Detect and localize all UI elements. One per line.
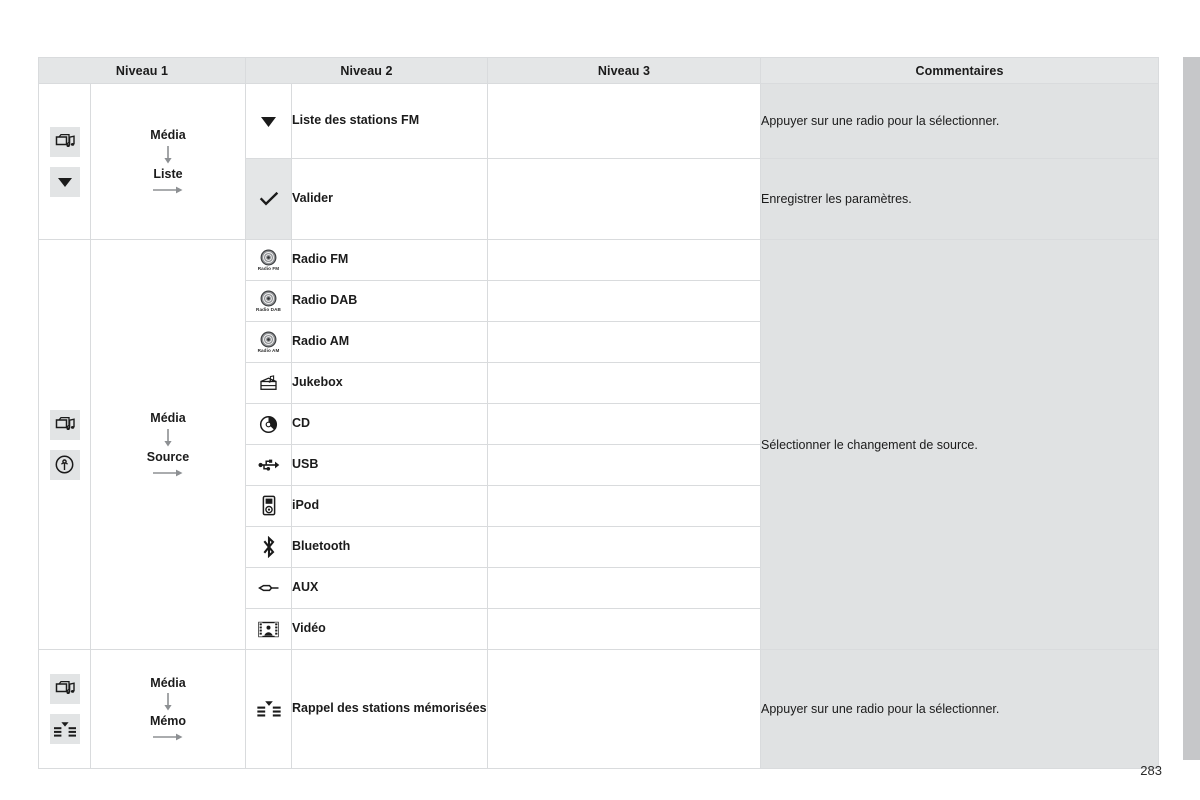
column-header-niveau3: Niveau 3 (487, 57, 761, 84)
table-row: Média Source Radio FM Radio FM Sélection… (38, 239, 1159, 650)
radio-fm-icon-label: Radio FM (257, 265, 280, 271)
arrow-right-icon (91, 466, 245, 480)
niveau3-cell (487, 239, 761, 281)
path-icons-cell-media-liste (38, 83, 91, 240)
niveau3-cell (487, 403, 761, 445)
arrow-down-icon (91, 692, 245, 712)
row-icon-cell (245, 362, 292, 404)
path-step-1: Média (150, 128, 186, 143)
manual-page: Niveau 1 Niveau 2 Niveau 3 Commentaires (0, 0, 1200, 800)
column-header-commentaires: Commentaires (760, 57, 1159, 84)
arrow-right-icon (91, 183, 245, 197)
row-icon-cell (245, 485, 292, 527)
menu-item-label[interactable]: Radio AM (291, 321, 488, 363)
path-step-1: Média (150, 675, 186, 690)
down-triangle-icon (49, 166, 80, 197)
row-icon-cell (245, 158, 292, 240)
menu-item-label[interactable]: USB (291, 444, 488, 486)
niveau3-cell (487, 649, 761, 769)
radio-fm-icon: Radio FM (246, 249, 291, 272)
path-icons-cell-media-source (38, 239, 91, 650)
row-icon-cell: Radio AM (245, 321, 292, 363)
row-icon-cell: Radio FM (245, 239, 292, 281)
menu-item-label[interactable]: Vidéo (291, 608, 488, 650)
row-icon-cell: Radio DAB (245, 280, 292, 322)
table-row: Média Liste Liste des stations FM Appuye… (38, 83, 1159, 240)
radio-dab-icon: Radio DAB (246, 290, 291, 313)
row-icon-cell (245, 526, 292, 568)
niveau3-cell (487, 158, 761, 240)
usb-icon (254, 450, 284, 480)
path-label-cell-media-liste: Média Liste (90, 83, 246, 240)
table: Niveau 1 Niveau 2 Niveau 3 Commentaires (38, 57, 1159, 769)
menu-item-label[interactable]: Radio FM (291, 239, 488, 281)
arrow-down-icon (91, 145, 245, 165)
path-label-cell-media-memo: Média Mémo (90, 649, 246, 769)
check-icon (254, 184, 284, 214)
jukebox-icon (254, 368, 284, 398)
row-icon-cell (245, 444, 292, 486)
presets-icon (254, 694, 284, 724)
path-label-cell-media-source: Média Source (90, 239, 246, 650)
aux-icon (254, 573, 284, 603)
column-header-niveau1: Niveau 1 (38, 57, 246, 84)
row-icon-cell (245, 83, 292, 159)
niveau3-cell (487, 526, 761, 568)
comment-cell: Sélectionner le changement de source. (760, 239, 1159, 650)
menu-reference-table: Niveau 1 Niveau 2 Niveau 3 Commentaires (38, 57, 1159, 769)
row-icon-cell (245, 403, 292, 445)
radio-am-icon: Radio AM (246, 331, 291, 354)
row-icon-cell (245, 608, 292, 650)
comment-cell: Appuyer sur une radio pour la sélectionn… (760, 649, 1159, 769)
media-icon (49, 126, 80, 157)
arrow-down-icon (91, 428, 245, 448)
source-antenna-icon (49, 449, 80, 480)
down-triangle-icon (254, 106, 284, 136)
menu-item-label[interactable]: iPod (291, 485, 488, 527)
niveau3-cell (487, 567, 761, 609)
ipod-icon (254, 491, 284, 521)
table-header-row: Niveau 1 Niveau 2 Niveau 3 Commentaires (38, 57, 1159, 84)
comment-cell: Enregistrer les paramètres. (760, 158, 1159, 240)
menu-item-label[interactable]: Jukebox (291, 362, 488, 404)
niveau3-cell (487, 280, 761, 322)
bluetooth-icon (254, 532, 284, 562)
cd-icon (254, 409, 284, 439)
menu-item-label[interactable]: Radio DAB (291, 280, 488, 322)
path-icons-cell-media-memo (38, 649, 91, 769)
niveau3-cell (487, 321, 761, 363)
media-icon (49, 674, 80, 704)
page-number: 283 (1140, 763, 1162, 778)
niveau3-cell (487, 444, 761, 486)
path-step-2: Mémo (149, 714, 187, 728)
video-icon (254, 614, 284, 644)
table-row: Média Mémo Rappel des stations mémorisée… (38, 649, 1159, 769)
row-icon-cell (245, 649, 292, 769)
menu-item-label[interactable]: Rappel des stations mémorisées (291, 649, 488, 769)
niveau3-cell (487, 485, 761, 527)
path-step-2: Source (146, 449, 190, 464)
menu-item-label[interactable]: CD (291, 403, 488, 445)
column-header-niveau2: Niveau 2 (245, 57, 488, 84)
path-step-2: Liste (153, 166, 183, 181)
presets-icon (49, 714, 80, 744)
comment-cell: Appuyer sur une radio pour la sélectionn… (760, 83, 1159, 159)
niveau3-cell (487, 362, 761, 404)
menu-item-label[interactable]: Liste des stations FM (291, 83, 488, 159)
menu-item-label[interactable]: AUX (291, 567, 488, 609)
radio-am-icon-label: Radio AM (257, 347, 280, 353)
menu-item-label[interactable]: Valider (291, 158, 488, 240)
page-edge-tab (1183, 57, 1200, 760)
row-icon-cell (245, 567, 292, 609)
path-step-1: Média (150, 411, 186, 426)
niveau3-cell (487, 608, 761, 650)
arrow-right-icon (91, 730, 245, 744)
niveau3-cell (487, 83, 761, 159)
media-icon (49, 409, 80, 440)
menu-item-label[interactable]: Bluetooth (291, 526, 488, 568)
radio-dab-icon-label: Radio DAB (256, 306, 281, 312)
